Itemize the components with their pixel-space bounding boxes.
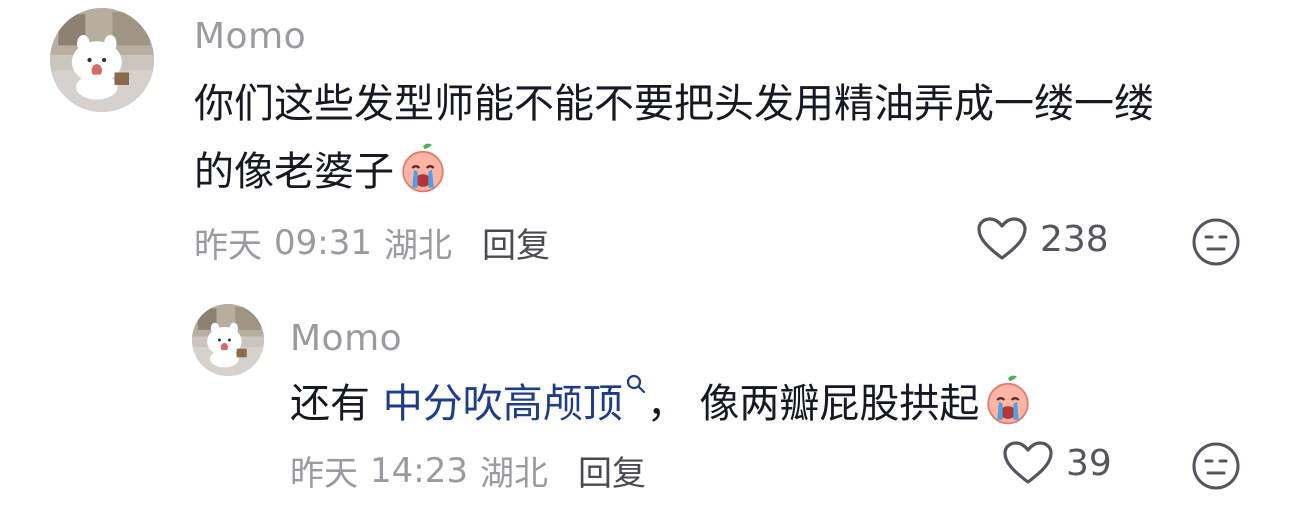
like-count: 238 <box>1040 218 1109 260</box>
dislike-button[interactable] <box>1190 440 1242 492</box>
search-link[interactable]: 中分吹高颅顶 <box>382 374 647 427</box>
comment: Momo 你们这些发型师能不能不要把头发用精油弄成一缕一缕 的像老婆子 昨天 0… <box>0 0 1290 290</box>
comment-time: 09:31 <box>274 222 372 263</box>
comment-date: 昨天 <box>290 454 358 494</box>
comment-date: 昨天 <box>194 226 262 266</box>
reply-button[interactable]: 回复 <box>578 446 646 495</box>
like-button[interactable]: 39 <box>1002 440 1112 486</box>
crying-face-icon <box>396 141 450 195</box>
reply-comment: Momo 还有 中分吹高颅顶 ， 像两瓣屁股拱起 昨天 14:23 湖北 回复 <box>0 290 1290 507</box>
username[interactable]: Momo <box>290 318 402 359</box>
reply-button[interactable]: 回复 <box>482 218 550 267</box>
comment-text-line-2: 的像老婆子 <box>194 138 450 206</box>
reply-text: 还有 中分吹高颅顶 ， 像两瓣屁股拱起 <box>290 370 1035 438</box>
like-button[interactable]: 238 <box>976 216 1109 262</box>
search-icon <box>625 373 647 395</box>
reply-text-suffix: ， 像两瓣屁股拱起 <box>646 381 980 427</box>
like-count: 39 <box>1066 442 1112 484</box>
reply-text-prefix: 还有 <box>290 381 383 427</box>
username[interactable]: Momo <box>194 16 306 57</box>
avatar[interactable] <box>50 8 154 112</box>
comment-location: 湖北 <box>479 454 548 494</box>
heart-icon <box>976 216 1028 262</box>
unamused-face-icon <box>1192 442 1240 490</box>
avatar[interactable] <box>192 304 264 376</box>
cat-avatar-image <box>50 8 154 112</box>
comment-text: 的像老婆子 <box>194 149 394 195</box>
unamused-face-icon <box>1192 218 1240 266</box>
heart-icon <box>1002 440 1054 486</box>
comment-time: 14:23 <box>370 450 468 491</box>
comment-location: 湖北 <box>383 226 452 266</box>
comment-meta: 昨天 14:23 湖北 回复 <box>290 446 646 495</box>
comment-meta: 昨天 09:31 湖北 回复 <box>194 218 550 267</box>
cat-avatar-image <box>192 304 264 376</box>
comment-text-line-1: 你们这些发型师能不能不要把头发用精油弄成一缕一缕 <box>194 81 1154 127</box>
search-link-text: 中分吹高颅顶 <box>382 381 623 427</box>
dislike-button[interactable] <box>1190 216 1242 268</box>
crying-face-icon <box>981 373 1035 427</box>
